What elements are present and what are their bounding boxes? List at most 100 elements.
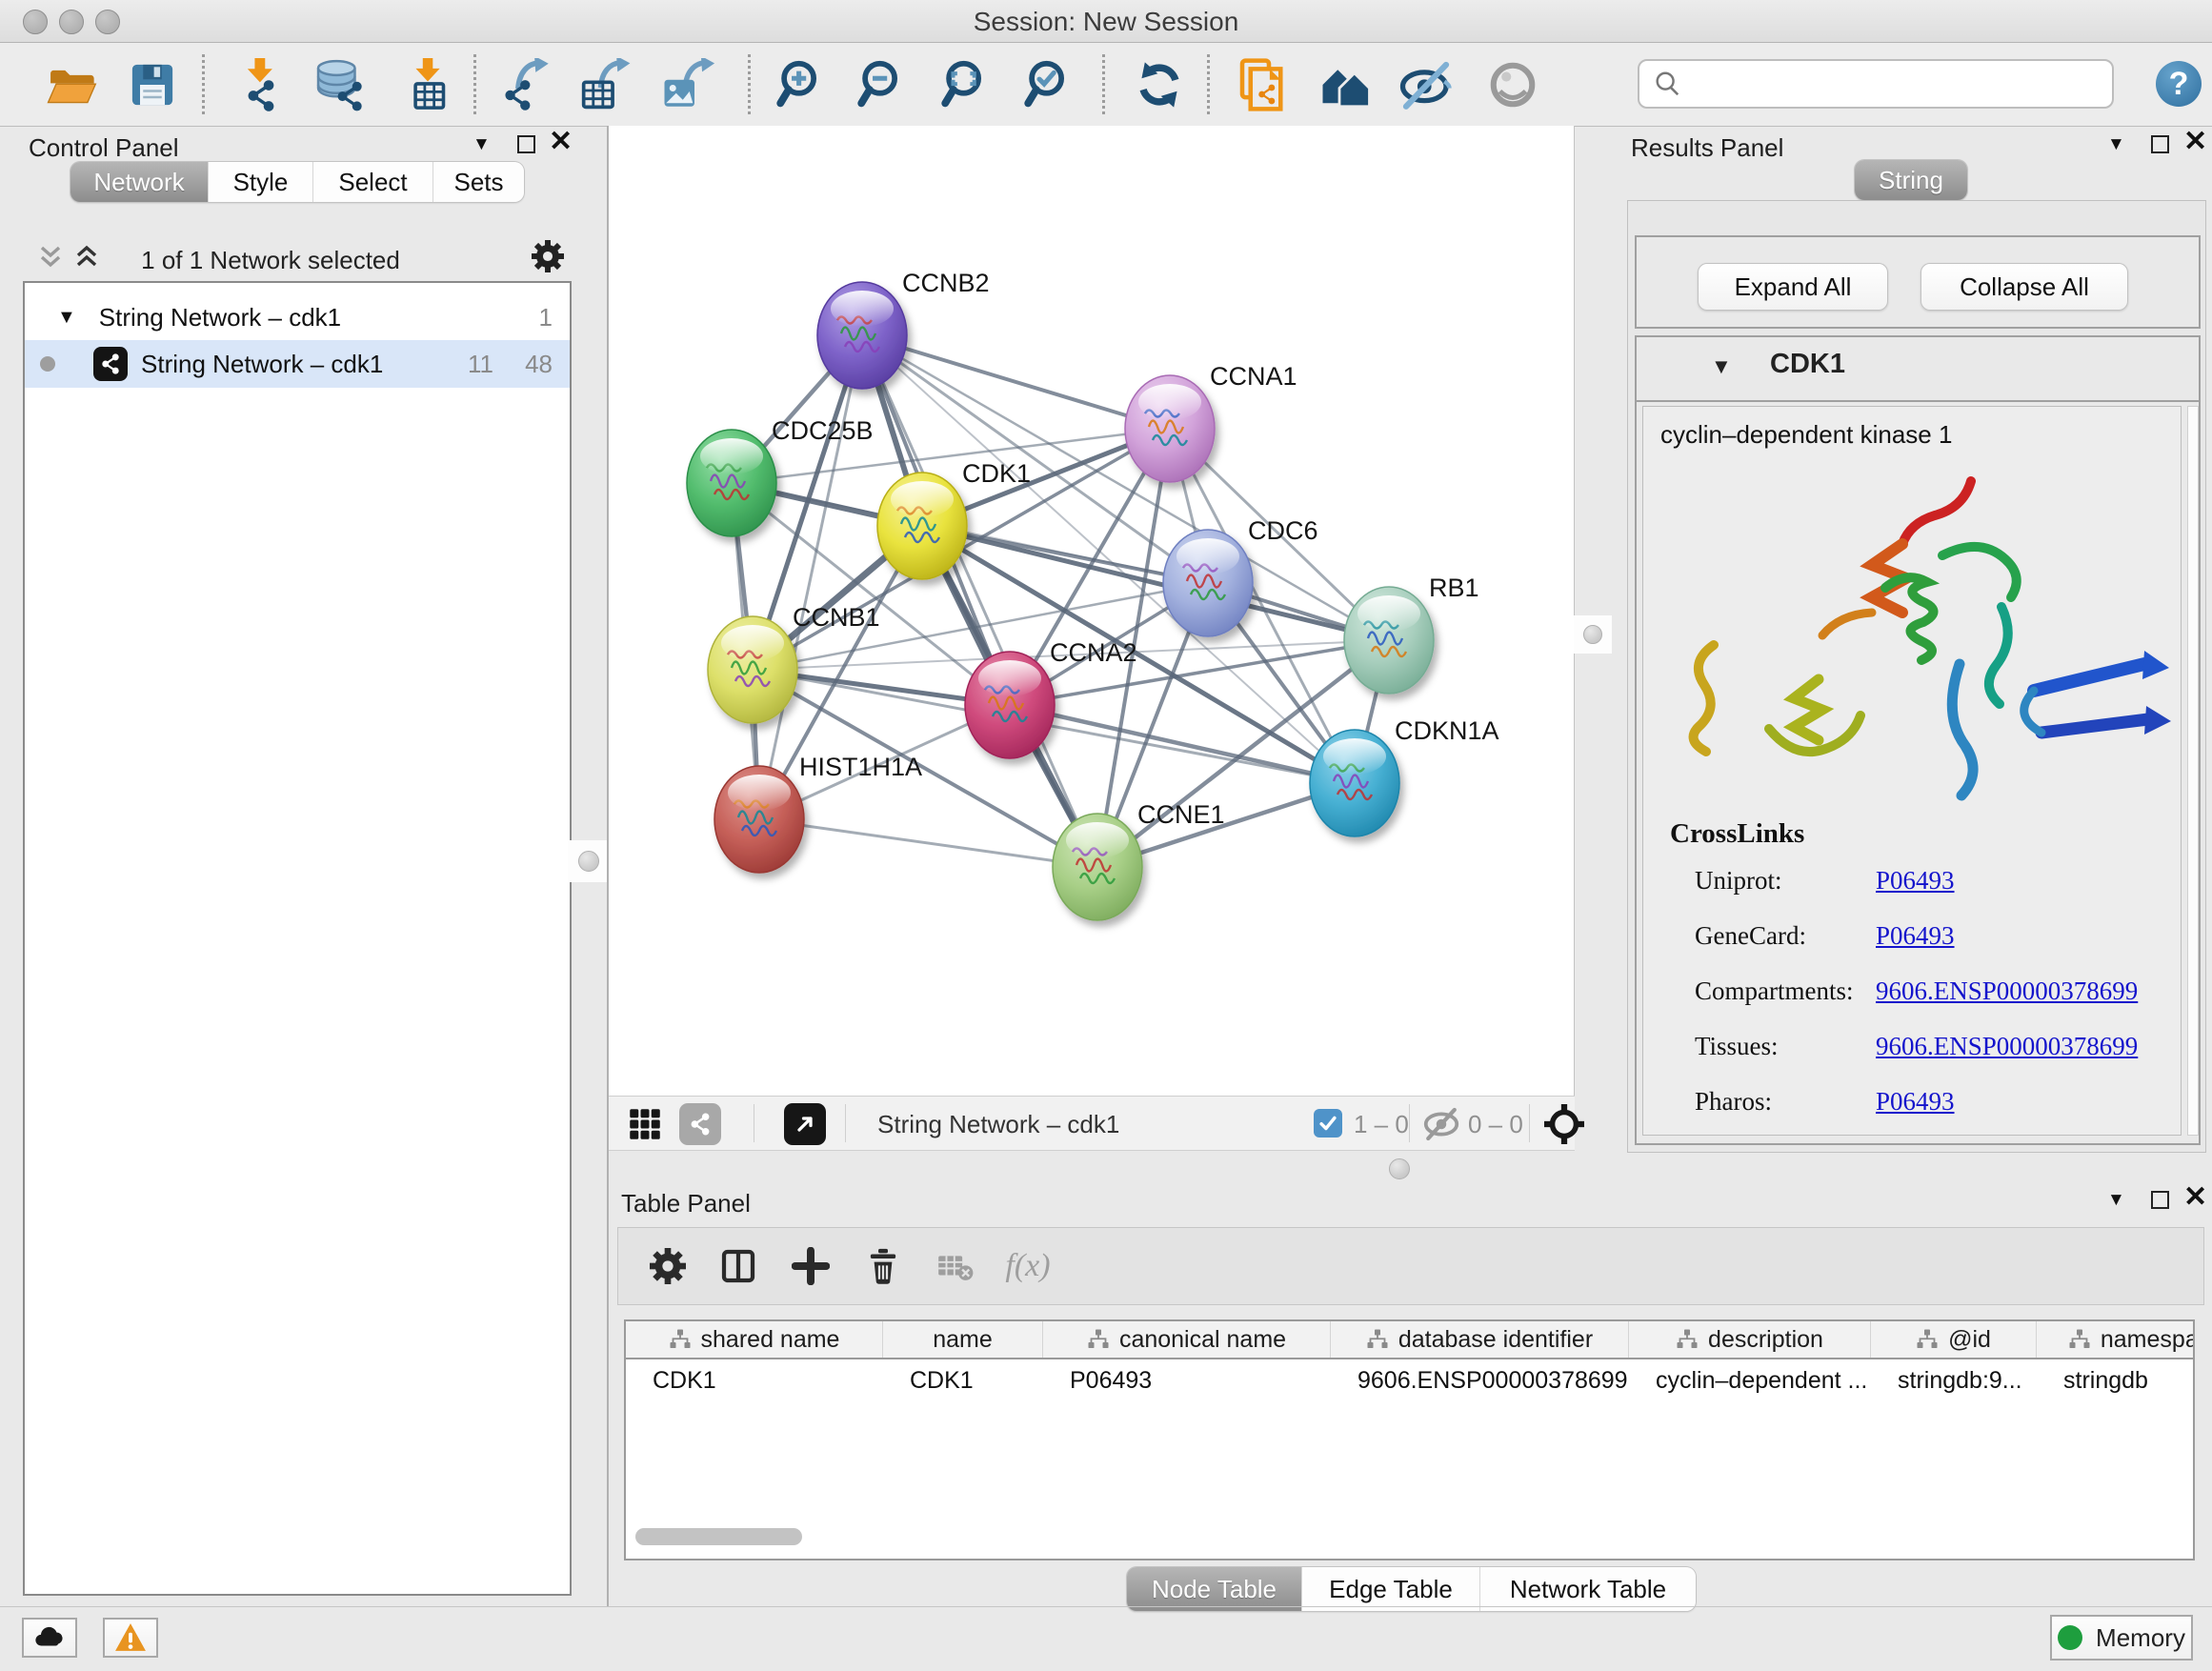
zoom-selected-button[interactable] xyxy=(1020,55,1079,114)
search-input[interactable] xyxy=(1691,70,2112,99)
tab-sets[interactable]: Sets xyxy=(433,162,524,202)
crosslink-value-link[interactable]: P06493 xyxy=(1876,866,1955,896)
cloud-status-button[interactable] xyxy=(22,1618,77,1658)
import-network-database-button[interactable] xyxy=(309,55,368,114)
network-options-gear-icon[interactable] xyxy=(532,240,564,272)
export-image-button[interactable] xyxy=(658,55,717,114)
table-horizontal-scrollbar[interactable] xyxy=(635,1528,802,1545)
table-panel-float-icon[interactable] xyxy=(2151,1191,2169,1209)
table-panel-close-icon[interactable]: ✕ xyxy=(2183,1187,2207,1208)
tab-node-table[interactable]: Node Table xyxy=(1127,1567,1302,1611)
table-cell[interactable]: P06493 xyxy=(1043,1367,1331,1395)
export-table-button[interactable] xyxy=(575,55,634,114)
zoom-fit-button[interactable] xyxy=(937,55,996,114)
column-header[interactable]: namespace xyxy=(2037,1321,2195,1358)
table-cell[interactable]: stringdb xyxy=(2037,1367,2195,1395)
network-edge[interactable] xyxy=(862,335,1170,429)
column-header[interactable]: canonical name xyxy=(1043,1321,1331,1358)
table-cell[interactable]: CDK1 xyxy=(883,1367,1043,1395)
import-table-button[interactable] xyxy=(397,55,456,114)
network-node[interactable]: CCNB1 xyxy=(708,603,880,723)
zoom-out-button[interactable] xyxy=(854,55,913,114)
network-node[interactable]: CDK1 xyxy=(877,459,1031,579)
network-node[interactable]: HIST1H1A xyxy=(714,753,922,873)
network-row-selected[interactable]: String Network – cdk1 11 48 xyxy=(25,340,570,388)
table-cell[interactable]: 9606.ENSP00000378699 xyxy=(1331,1367,1629,1395)
column-header[interactable]: database identifier xyxy=(1331,1321,1629,1358)
network-node[interactable]: RB1 xyxy=(1344,574,1479,694)
node-table[interactable]: shared namenamecanonical namedatabase id… xyxy=(624,1319,2195,1560)
column-header[interactable]: name xyxy=(883,1321,1043,1358)
global-search-field[interactable] xyxy=(1638,59,2114,109)
network-edge[interactable] xyxy=(759,335,862,819)
network-node[interactable]: CCNA2 xyxy=(965,638,1137,758)
show-columns-icon[interactable] xyxy=(719,1247,757,1285)
expand-all-button[interactable]: Expand All xyxy=(1698,263,1888,311)
results-panel-close-icon[interactable]: ✕ xyxy=(2183,131,2207,152)
network-edge[interactable] xyxy=(862,335,1097,867)
left-splitter-handle[interactable] xyxy=(568,840,610,882)
new-document-network-button[interactable] xyxy=(1233,55,1292,114)
import-network-file-button[interactable] xyxy=(231,55,290,114)
collapse-all-button[interactable]: Collapse All xyxy=(1920,263,2128,311)
selected-checkbox[interactable] xyxy=(1314,1109,1342,1137)
tab-network-table[interactable]: Network Table xyxy=(1480,1567,1696,1611)
network-share-icon[interactable] xyxy=(679,1103,721,1145)
results-scrollbar-track[interactable] xyxy=(2187,406,2199,1136)
table-cell[interactable]: stringdb:9... xyxy=(1871,1367,2037,1395)
warnings-button[interactable] xyxy=(103,1618,158,1658)
protein-expander-icon[interactable]: ▼ xyxy=(1711,354,1732,379)
column-header[interactable]: shared name xyxy=(626,1321,883,1358)
network-node[interactable]: CCNE1 xyxy=(1053,800,1225,920)
open-session-button[interactable] xyxy=(42,55,101,114)
hide-graphics-button[interactable] xyxy=(1397,55,1456,114)
export-network-button[interactable] xyxy=(494,55,553,114)
right-splitter-handle[interactable] xyxy=(1574,615,1612,654)
grid-view-icon[interactable] xyxy=(628,1107,662,1141)
network-edge[interactable] xyxy=(759,819,1097,867)
toolbar-separator xyxy=(1102,54,1105,114)
table-row[interactable]: CDK1CDK1P064939606.ENSP00000378699cyclin… xyxy=(626,1359,2193,1401)
network-canvas[interactable]: CCNB2CCNA1CDC25BCDK1CDC6RB1CCNB1CCNA2CDK… xyxy=(609,126,1575,1096)
crosslink-value-link[interactable]: P06493 xyxy=(1876,921,1955,951)
column-header[interactable]: description xyxy=(1629,1321,1871,1358)
crosslink-value-link[interactable]: 9606.ENSP00000378699 xyxy=(1876,1032,2138,1061)
collection-expander-icon[interactable]: ▼ xyxy=(57,307,76,329)
tab-select[interactable]: Select xyxy=(313,162,433,202)
crosshair-icon[interactable] xyxy=(1544,1104,1584,1144)
bottom-splitter-handle[interactable] xyxy=(1389,1158,1410,1179)
results-panel-float-icon[interactable] xyxy=(2151,135,2169,153)
help-button[interactable]: ? xyxy=(2156,61,2202,107)
open-in-window-icon[interactable] xyxy=(784,1103,826,1145)
network-node[interactable]: CCNA1 xyxy=(1125,362,1297,482)
houses-button[interactable] xyxy=(1317,55,1376,114)
network-node[interactable]: CDKN1A xyxy=(1310,716,1499,836)
column-header[interactable]: @id xyxy=(1871,1321,2037,1358)
control-panel-close-icon[interactable]: ✕ xyxy=(549,131,573,152)
results-panel-menu-icon[interactable]: ▼ xyxy=(2107,134,2125,155)
table-settings-gear-icon[interactable] xyxy=(650,1248,686,1284)
tab-string[interactable]: String xyxy=(1855,160,1967,200)
network-node[interactable]: CCNB2 xyxy=(817,269,990,389)
control-panel-float-icon[interactable] xyxy=(517,135,535,153)
crosslink-value-link[interactable]: P06493 xyxy=(1876,1087,1955,1117)
crosslink-value-link[interactable]: 9606.ENSP00000378699 xyxy=(1876,976,2138,1006)
control-panel-menu-icon[interactable]: ▼ xyxy=(473,134,491,155)
zoom-in-button[interactable] xyxy=(773,55,832,114)
hidden-eye-slash-icon xyxy=(1422,1105,1460,1143)
table-cell[interactable]: cyclin–dependent ... xyxy=(1629,1367,1871,1395)
add-column-icon[interactable] xyxy=(792,1247,830,1285)
network-edge[interactable] xyxy=(1010,705,1355,783)
memory-button[interactable]: Memory xyxy=(2050,1615,2193,1661)
show-graphics-button[interactable] xyxy=(1483,55,1542,114)
tab-style[interactable]: Style xyxy=(209,162,313,202)
tab-edge-table[interactable]: Edge Table xyxy=(1302,1567,1480,1611)
table-cell[interactable]: CDK1 xyxy=(626,1367,883,1395)
tab-network[interactable]: Network xyxy=(70,162,209,202)
refresh-view-button[interactable] xyxy=(1130,55,1189,114)
delete-column-trash-icon[interactable] xyxy=(864,1247,902,1285)
toolbar-divider xyxy=(1409,1104,1410,1142)
network-collection-row[interactable]: ▼ String Network – cdk1 1 xyxy=(25,294,570,340)
save-session-button[interactable] xyxy=(123,55,182,114)
table-panel-menu-icon[interactable]: ▼ xyxy=(2107,1190,2125,1211)
